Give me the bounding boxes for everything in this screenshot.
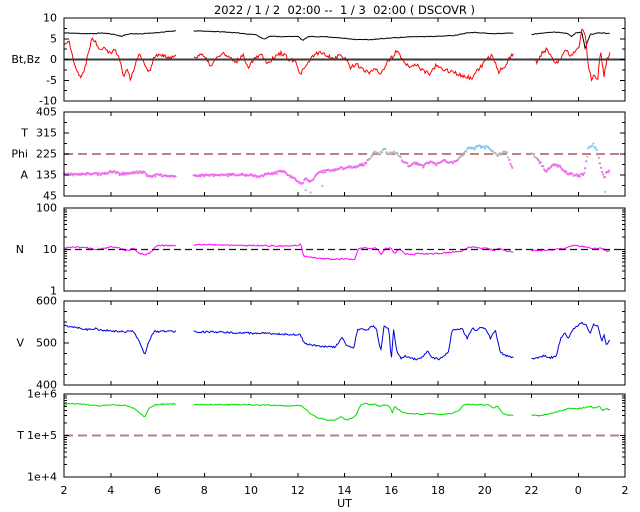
series-v xyxy=(63,324,177,355)
series-v xyxy=(193,325,514,361)
dscovr-plot-page: 10 5 0 -5 -10 Bt,Bz 405 315 225 135 45 T Phi A 100 10 1 N… xyxy=(0,0,640,512)
y-tick-label: 1e+6 xyxy=(27,388,57,401)
x-tick-label: 6 xyxy=(154,484,161,497)
series-t xyxy=(531,405,611,417)
panel-n: 100101N xyxy=(16,202,626,298)
x-tick-label: 22 xyxy=(525,484,539,497)
series-n xyxy=(193,243,514,261)
y-tick-label: 5 xyxy=(50,32,57,45)
y-tick-label: 225 xyxy=(36,148,57,161)
panel-quantity-label: V xyxy=(16,337,24,350)
y-tick-label: 405 xyxy=(36,106,57,119)
series-t xyxy=(193,402,514,422)
x-tick-label: 18 xyxy=(431,484,445,497)
y-tick-label: 600 xyxy=(36,295,57,308)
series-t xyxy=(63,402,176,418)
x-tick-label: 4 xyxy=(107,484,114,497)
x-tick-label: 10 xyxy=(244,484,258,497)
x-tick-label: 8 xyxy=(201,484,208,497)
series-v xyxy=(531,321,610,360)
panel-quantity-label: T xyxy=(16,429,24,442)
phi-scatter xyxy=(63,142,611,194)
series-bt xyxy=(63,30,177,37)
x-tick-label: 20 xyxy=(478,484,492,497)
series-bt xyxy=(193,30,514,41)
x-tick-label: 2 xyxy=(622,484,629,497)
chart-title: 2022 / 1 / 2 02:00 -- 1 / 3 02:00 ( DSCO… xyxy=(213,3,476,17)
panel-quantity-label: Phi xyxy=(11,148,28,161)
y-tick-label: 1e+4 xyxy=(27,471,57,484)
panel-v: 600500400V xyxy=(16,295,626,392)
x-tick-label: 16 xyxy=(384,484,398,497)
y-tick-label: 10 xyxy=(43,12,57,25)
y-tick-label: 135 xyxy=(36,169,57,182)
series-bt xyxy=(531,31,610,51)
panel-quantity-label: T xyxy=(20,127,28,140)
dscovr-plot: 1050-5-10Bt,Bz40531522513545TPhiA100101N… xyxy=(11,12,629,498)
y-tick-label: 315 xyxy=(36,127,57,140)
y-tick-label: 500 xyxy=(36,337,57,350)
panel-b: 1050-5-10Bt,Bz xyxy=(11,12,626,108)
series-bz xyxy=(531,28,611,82)
panel-quantity-label: Bt,Bz xyxy=(11,53,40,66)
x-tick-label: 12 xyxy=(291,484,305,497)
x-tick-label: 2 xyxy=(61,484,68,497)
x-axis-title: UT xyxy=(337,497,352,510)
y-tick-label: 10 xyxy=(43,243,57,256)
panel-t: 1e+6 1e+5 1e+4 T xyxy=(16,388,626,484)
panel-quantity-label: A xyxy=(20,169,28,182)
y-tick-label: 0 xyxy=(50,53,57,66)
x-tick-label: 14 xyxy=(338,484,352,497)
series-n xyxy=(531,244,610,253)
series-bz xyxy=(193,49,514,81)
x-tick-label: 0 xyxy=(575,484,582,497)
y-tick-label: 1e+5 xyxy=(27,429,57,442)
panel-quantity-label: N xyxy=(16,243,24,256)
panel-phi: 40531522513545TPhiA xyxy=(11,106,626,203)
y-tick-label: -5 xyxy=(46,74,57,87)
y-tick-label: 100 xyxy=(36,202,57,215)
